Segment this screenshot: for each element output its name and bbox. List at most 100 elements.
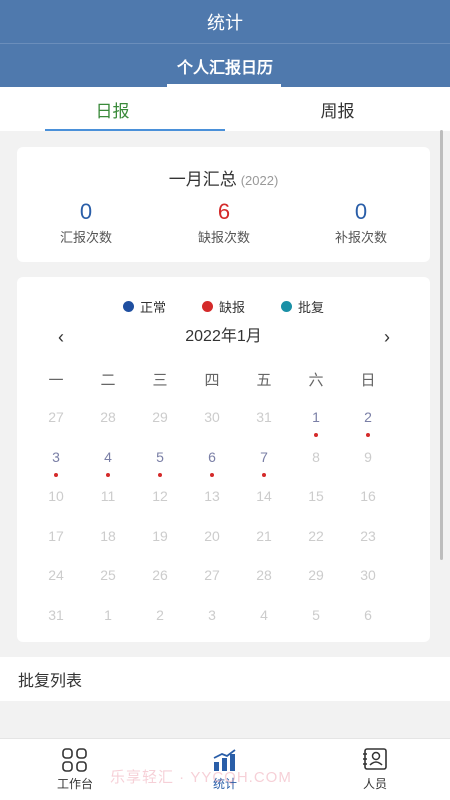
calendar-day[interactable]: 4 [82,447,134,487]
missing-report-dot [366,433,370,437]
scrollbar[interactable] [440,130,443,560]
calendar-day[interactable]: 18 [82,526,134,566]
calendar-day-number: 27 [48,409,64,425]
calendar-day-number: 10 [48,488,64,504]
calendar-day[interactable]: 22 [290,526,342,566]
calendar-day-number: 28 [100,409,116,425]
calendar-day[interactable]: 31 [238,407,290,447]
calendar-day-number: 3 [52,448,60,465]
legend-missing-label: 缺报 [218,300,245,315]
calendar-day[interactable]: 26 [134,565,186,605]
calendar-day[interactable]: 25 [82,565,134,605]
calendar-day[interactable]: 10 [30,486,82,526]
calendar-day[interactable]: 1 [82,605,134,645]
person-card-icon [363,747,387,770]
calendar-day[interactable]: 20 [186,526,238,566]
tab-weekly[interactable]: 周报 [225,87,450,131]
missing-report-dot [262,472,266,477]
calendar-day[interactable]: 30 [186,407,238,447]
stat-report-label: 汇报次数 [59,230,112,245]
prev-month-chevron-icon[interactable]: ‹ [49,325,73,349]
stat-makeup-label: 补报次数 [334,230,387,245]
calendar-day[interactable]: 7 [238,447,290,487]
calendar-day[interactable]: 23 [342,526,394,566]
calendar-day-number: 25 [100,567,116,583]
calendar-day-number: 5 [312,606,320,623]
calendar-week-row: 31 1 2 3 4 5 6 [30,605,394,645]
reply-list-header: 批复列表 [0,657,450,701]
tab-daily-label: 日报 [95,101,130,121]
calendar-day[interactable]: 3 [30,447,82,487]
calendar-day[interactable]: 2 [342,407,394,447]
page-title: 统计 [207,12,243,33]
calendar-day[interactable]: 19 [134,526,186,566]
calendar-day-number: 1 [104,606,112,623]
tab-daily[interactable]: 日报 [0,87,225,131]
calendar-day[interactable]: 24 [30,565,82,605]
legend-reply-dot [281,301,292,312]
calendar-day-number: 4 [104,448,112,465]
stat-report-count: 0 汇报次数 [17,199,155,246]
calendar-day-number: 9 [364,448,372,465]
calendar-day-number: 20 [204,527,220,544]
weekday-sun: 日 [360,372,376,389]
calendar-day[interactable]: 11 [82,486,134,526]
legend-normal: 正常 [122,297,166,316]
calendar-day[interactable]: 29 [290,565,342,605]
calendar-day-number: 26 [152,567,168,583]
missing-report-dot [210,472,214,477]
calendar-day-number: 2 [156,606,164,623]
calendar-day-number: 30 [360,567,376,583]
report-tabs: 日报 周报 [0,87,450,131]
calendar-day[interactable]: 4 [238,605,290,645]
calendar-day[interactable]: 5 [290,605,342,645]
calendar-day-number: 5 [156,448,164,465]
calendar-day[interactable]: 29 [134,407,186,447]
grid-icon [62,747,87,772]
calendar-day-number: 21 [256,527,272,544]
calendar-day[interactable]: 6 [342,605,394,645]
legend-normal-dot [122,301,134,312]
calendar-day-number: 6 [364,606,372,623]
calendar-day[interactable]: 13 [186,486,238,526]
calendar-day[interactable]: 1 [290,407,342,447]
calendar-week-row: 10 11 12 13 14 15 16 [30,486,394,526]
calendar-day-number: 28 [256,567,272,583]
calendar-day[interactable]: 2 [134,605,186,645]
reply-list-title: 批复列表 [18,673,83,690]
calendar-card: 正常 缺报 批复 2022年1月 ‹ › 一 二 三 四 五 六 日 27 28 2… [17,277,430,642]
calendar-day[interactable]: 5 [134,447,186,487]
calendar-day-number: 23 [360,527,376,544]
calendar-day[interactable]: 9 [342,447,394,487]
calendar-day[interactable]: 12 [134,486,186,526]
calendar-day[interactable]: 28 [238,565,290,605]
nav-statistics[interactable]: 统计 [150,739,300,800]
calendar-day[interactable]: 3 [186,605,238,645]
calendar-day[interactable]: 6 [186,447,238,487]
calendar-day[interactable]: 16 [342,486,394,526]
calendar-day-number: 27 [204,567,220,583]
next-month-chevron-icon[interactable]: › [375,325,399,349]
calendar-day[interactable]: 15 [290,486,342,526]
missing-report-dot [158,472,162,477]
calendar-day[interactable]: 27 [30,407,82,447]
nav-people[interactable]: 人员 [300,739,450,800]
weekday-header: 一 二 三 四 五 六 日 [30,369,394,390]
calendar-day[interactable]: 27 [186,565,238,605]
nav-statistics-label: 统计 [212,776,237,791]
calendar-day[interactable]: 21 [238,526,290,566]
calendar-week-row: 17 18 19 20 21 22 23 [30,526,394,566]
calendar-day[interactable]: 30 [342,565,394,605]
stat-missing-count: 6 缺报次数 [155,199,293,246]
calendar-day[interactable]: 31 [30,605,82,645]
calendar-day[interactable]: 17 [30,526,82,566]
nav-workbench[interactable]: 工作台 [0,739,150,800]
calendar-day[interactable]: 8 [290,447,342,487]
calendar-day[interactable]: 14 [238,486,290,526]
calendar-day[interactable]: 28 [82,407,134,447]
calendar-day-number: 11 [100,488,116,504]
month-navigator: 2022年1月 ‹ › [17,325,430,349]
missing-report-dot [106,472,110,477]
calendar-day-number: 29 [152,409,168,425]
legend-reply: 批复 [281,297,324,316]
